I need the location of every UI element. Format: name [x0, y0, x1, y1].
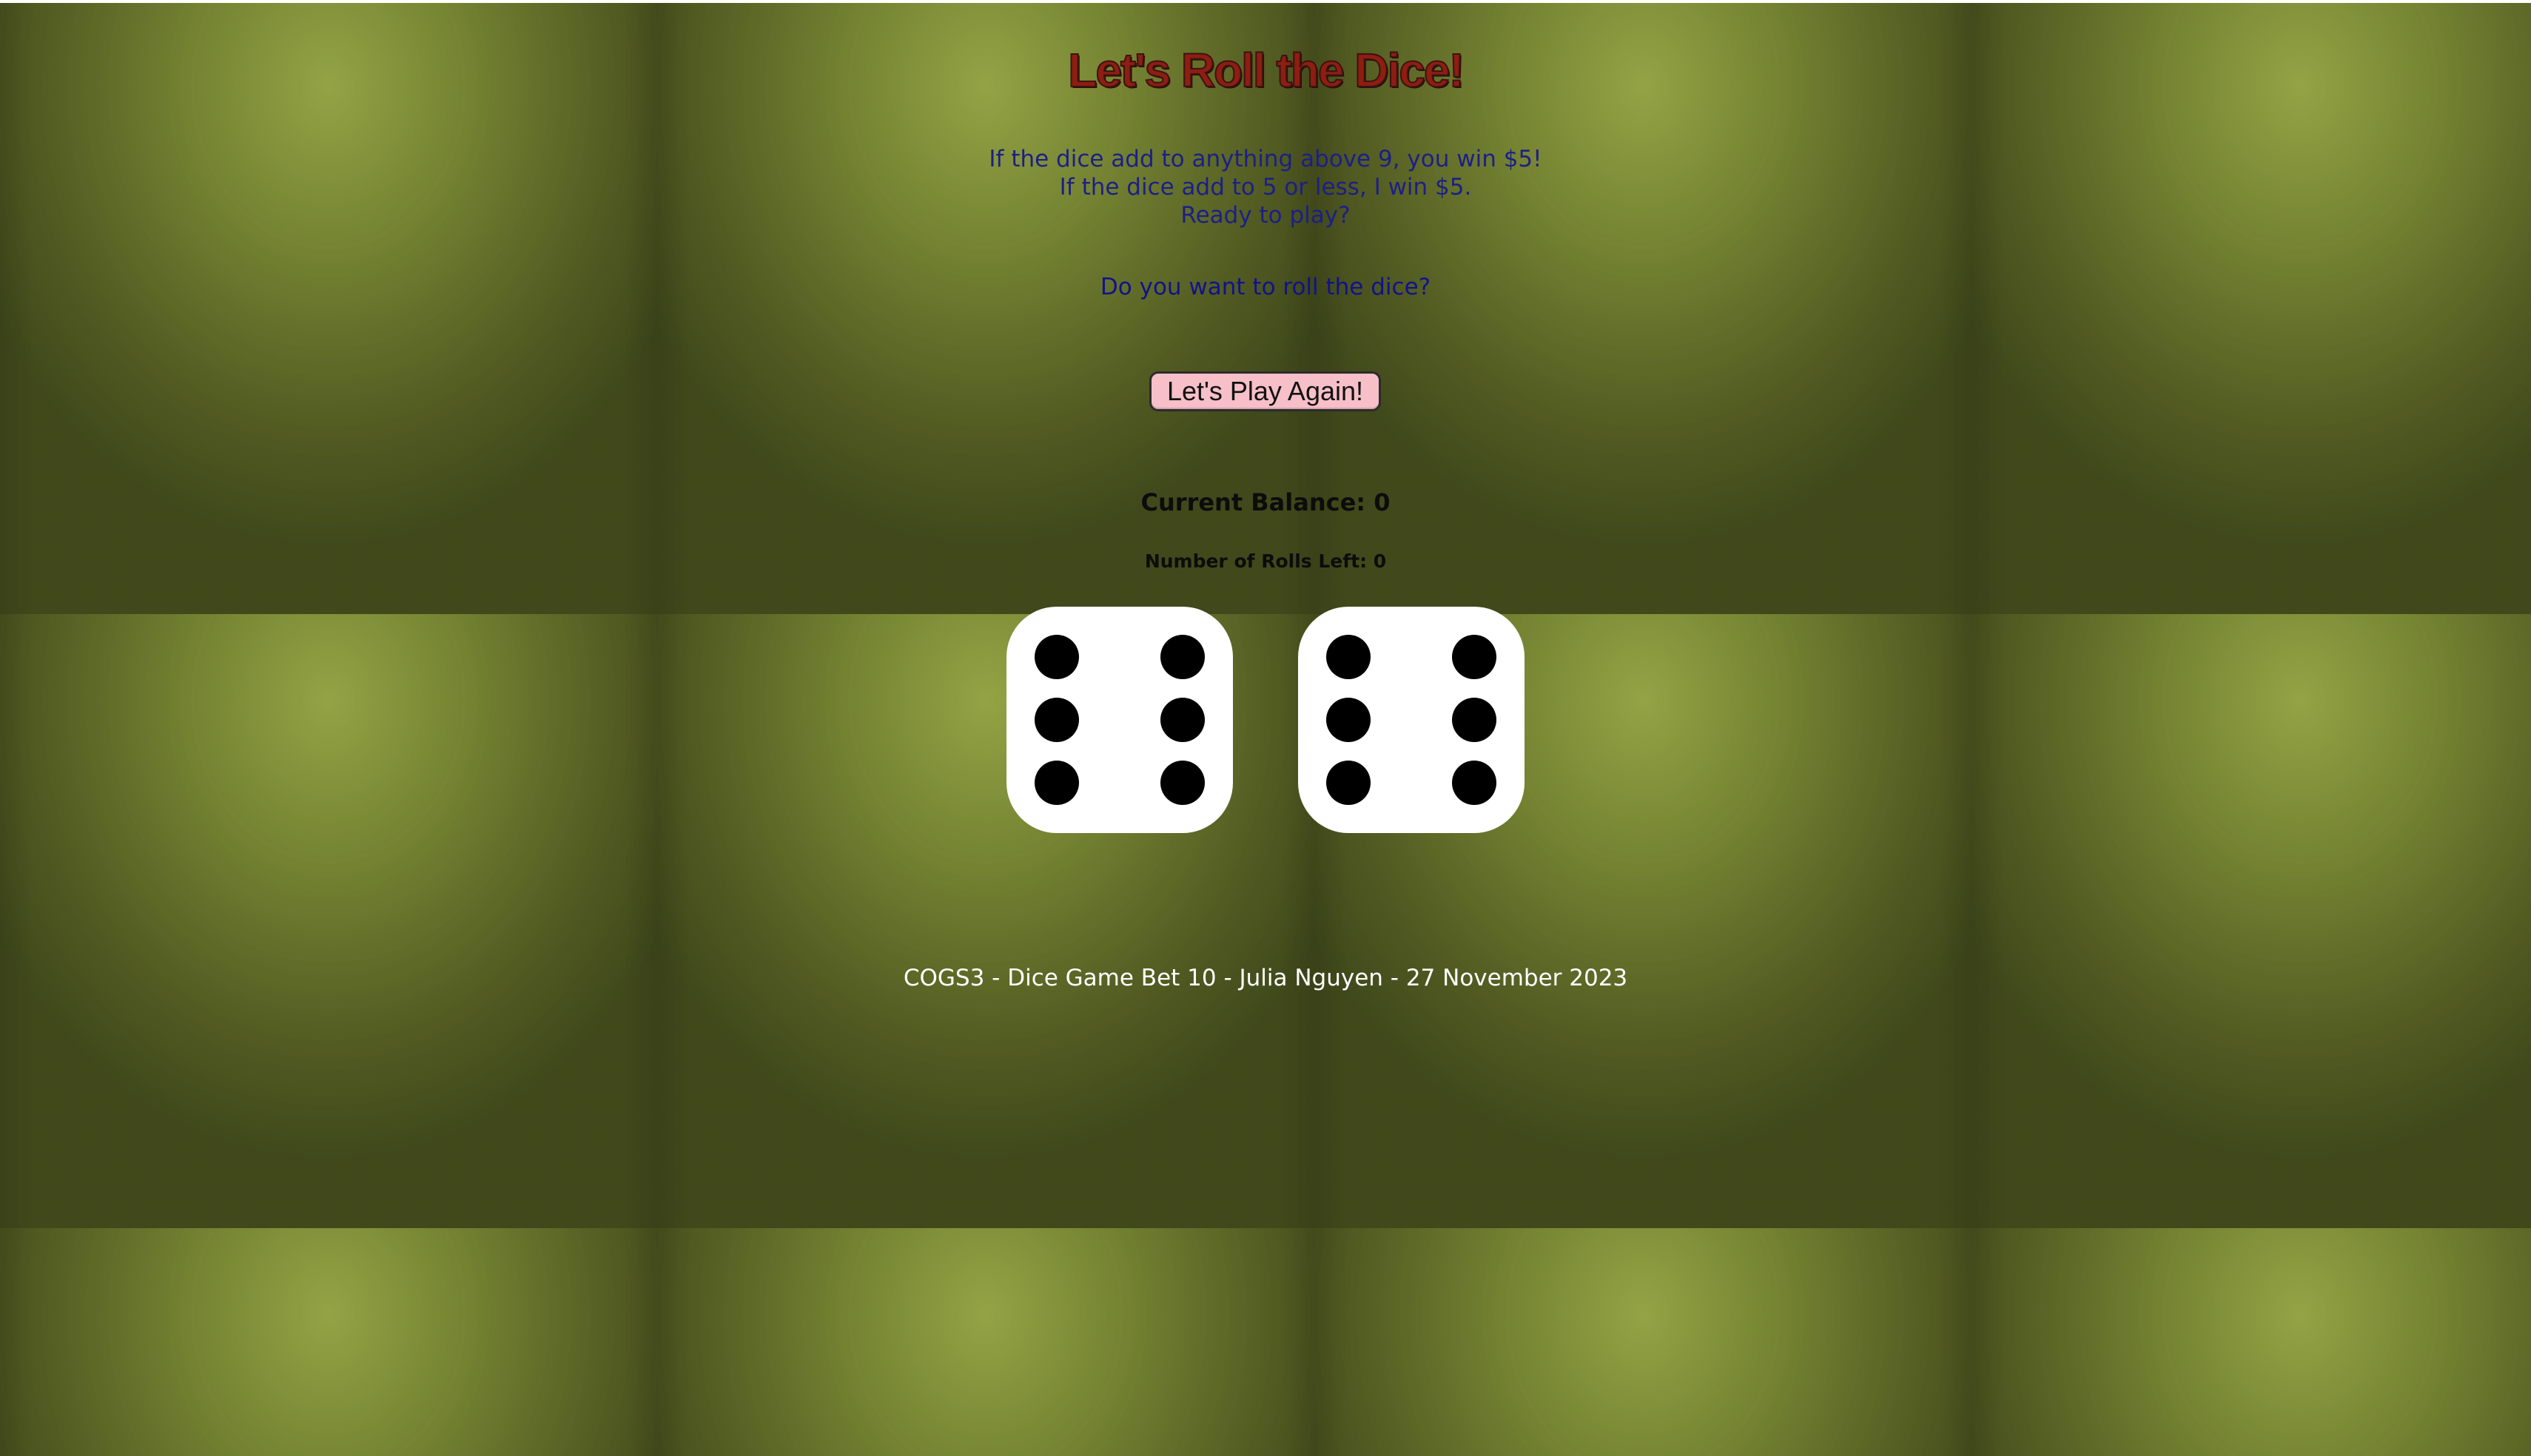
die-one — [1006, 607, 1233, 833]
die-pip — [1452, 635, 1496, 679]
die-pip — [1035, 761, 1079, 805]
top-border-line — [0, 0, 2531, 3]
rule-line-lose: If the dice add to 5 or less, I win $5. — [1059, 174, 1472, 200]
game-rules: If the dice add to anything above 9, you… — [0, 145, 2531, 229]
rule-line-win: If the dice add to anything above 9, you… — [989, 146, 1542, 172]
roll-question: Do you want to roll the dice? — [1100, 274, 1431, 300]
die-pip — [1452, 761, 1496, 805]
rule-line-ready: Ready to play? — [1180, 202, 1351, 229]
die-pip — [1326, 698, 1371, 742]
die-pip — [1160, 761, 1205, 805]
die-pip — [1035, 698, 1079, 742]
current-balance: Current Balance: 0 — [1140, 488, 1391, 516]
footer-credit: COGS3 - Dice Game Bet 10 - Julia Nguyen … — [903, 965, 1628, 991]
die-two — [1298, 607, 1525, 833]
die-pip — [1326, 761, 1371, 805]
die-pip — [1160, 635, 1205, 679]
die-pip — [1452, 698, 1496, 742]
rolls-left: Number of Rolls Left: 0 — [1144, 550, 1387, 572]
die-pip — [1326, 635, 1371, 679]
die-pip — [1035, 635, 1079, 679]
die-pip — [1160, 698, 1205, 742]
play-again-button[interactable]: Let's Play Again! — [1149, 371, 1381, 411]
game-title: Let's Roll the Dice! — [1067, 43, 1465, 98]
